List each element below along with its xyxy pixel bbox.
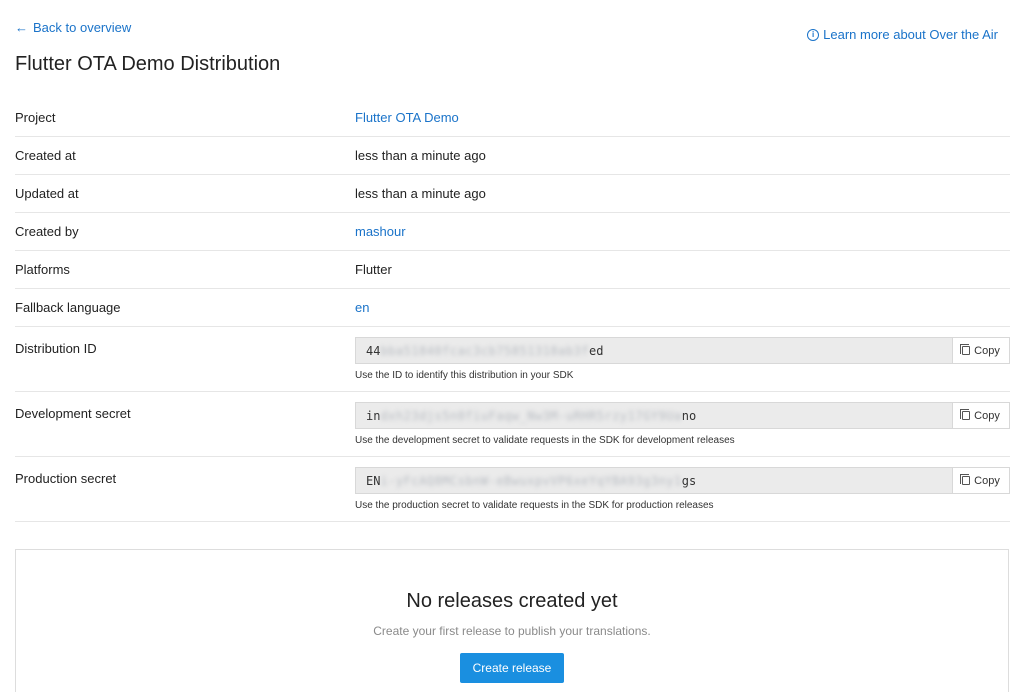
back-link-label: Back to overview — [33, 20, 132, 35]
platforms-value: Flutter — [355, 262, 392, 277]
secret-visible-start: 44 — [366, 343, 381, 358]
secret-visible-end: no — [681, 408, 697, 423]
releases-empty-state: No releases created yet Create your firs… — [15, 549, 1009, 692]
detail-row-distribution-id: Distribution ID 44 bba51840fcac3cb7585131… — [15, 327, 1010, 392]
detail-label: Created at — [15, 148, 76, 163]
copy-label: Copy — [974, 344, 1000, 357]
detail-label: Project — [15, 110, 56, 125]
distribution-details: Project Flutter OTA Demo Created at less… — [15, 99, 1010, 522]
detail-row-created-at: Created at less than a minute ago — [15, 137, 1010, 175]
detail-row-production-secret: Production secret EN i-yFcAQ8MCsbnW-eBwux… — [15, 457, 1010, 522]
detail-label: Production secret — [15, 471, 117, 486]
secret-visible-start: EN — [366, 473, 381, 488]
copy-icon — [960, 409, 971, 420]
back-to-overview-link[interactable]: ← Back to overview — [15, 20, 131, 35]
copy-production-secret-button[interactable]: Copy — [952, 467, 1010, 494]
copy-development-secret-button[interactable]: Copy — [952, 402, 1010, 429]
detail-label: Platforms — [15, 262, 70, 277]
project-link[interactable]: Flutter OTA Demo — [355, 110, 459, 125]
top-bar: ← Back to overview i Learn more about Ov… — [15, 20, 998, 42]
development-secret-field[interactable]: in dxh23djs5n0fiuFaqw_Nw3M-uRHR5rzy17GY9U… — [355, 402, 952, 429]
detail-label: Fallback language — [15, 300, 121, 315]
detail-label: Updated at — [15, 186, 79, 201]
detail-label: Created by — [15, 224, 79, 239]
updated-at-value: less than a minute ago — [355, 186, 486, 201]
detail-row-development-secret: Development secret in dxh23djs5n0fiuFaqw_… — [15, 392, 1010, 457]
page-title: Flutter OTA Demo Distribution — [15, 53, 281, 75]
empty-state-subtitle: Create your first release to publish you… — [373, 624, 651, 638]
empty-state-title: No releases created yet — [406, 590, 618, 612]
copy-distribution-id-button[interactable]: Copy — [952, 337, 1010, 364]
development-secret-hint: Use the development secret to validate r… — [355, 435, 735, 446]
secret-blurred: dxh23djs5n0fiuFaqw_Nw3M-uRHR5rzy17GY9Ua — [380, 408, 682, 423]
production-secret-hint: Use the production secret to validate re… — [355, 500, 714, 511]
learn-more-label: Learn more about Over the Air — [823, 27, 998, 42]
detail-row-fallback-language: Fallback language en — [15, 289, 1010, 327]
created-by-link[interactable]: mashour — [355, 224, 406, 239]
distribution-id-field[interactable]: 44 bba51840fcac3cb75851318ab3f ed — [355, 337, 952, 364]
secret-visible-end: gs — [681, 473, 697, 488]
secret-visible-end: ed — [589, 343, 604, 358]
detail-label: Distribution ID — [15, 341, 97, 356]
create-release-button[interactable]: Create release — [459, 653, 565, 683]
copy-label: Copy — [974, 474, 1000, 487]
production-secret-field[interactable]: EN i-yFcAQ8MCsbnW-eBwuxpvVP6xeYqYBA93g3ny… — [355, 467, 952, 494]
secret-blurred: bba51840fcac3cb75851318ab3f — [380, 343, 590, 358]
arrow-left-icon: ← — [15, 20, 28, 35]
info-icon: i — [807, 28, 820, 41]
copy-icon — [960, 474, 971, 485]
learn-more-link[interactable]: i Learn more about Over the Air — [807, 27, 998, 42]
copy-label: Copy — [974, 409, 1000, 422]
secret-blurred: i-yFcAQ8MCsbnW-eBwuxpvVP6xeYqYBA93g3ny1 — [380, 473, 682, 488]
distribution-id-hint: Use the ID to identify this distribution… — [355, 370, 574, 381]
secret-visible-start: in — [366, 408, 381, 423]
created-at-value: less than a minute ago — [355, 148, 486, 163]
detail-row-created-by: Created by mashour — [15, 213, 1010, 251]
detail-row-project: Project Flutter OTA Demo — [15, 99, 1010, 137]
detail-row-updated-at: Updated at less than a minute ago — [15, 175, 1010, 213]
copy-icon — [960, 344, 971, 355]
fallback-language-link[interactable]: en — [355, 300, 369, 315]
detail-label: Development secret — [15, 406, 131, 421]
detail-row-platforms: Platforms Flutter — [15, 251, 1010, 289]
